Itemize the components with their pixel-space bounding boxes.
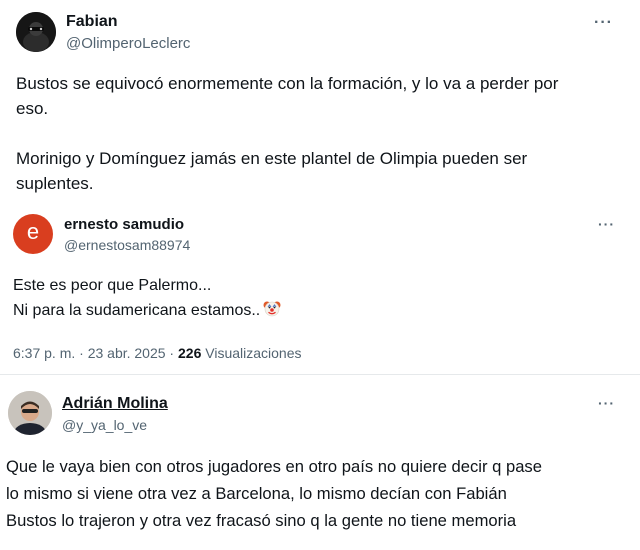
tweet-line-2: eso. (16, 99, 49, 118)
author-name[interactable]: ernesto samudio (64, 216, 184, 233)
tweet-line-1: Este es peor que Palermo... (13, 277, 212, 294)
tweet-line-2-text: Ni para la sudamericana estamos.. (13, 302, 261, 319)
author-name[interactable]: Fabian (66, 13, 118, 31)
avatar-letter: e (26, 219, 40, 244)
more-options-icon[interactable]: ··· (598, 216, 615, 232)
clown-face-icon (262, 298, 282, 326)
views-label: Visualizaciones (201, 345, 302, 361)
tweet-line-2: Ni para la sudamericana estamos.. (13, 298, 282, 326)
tweet-line-4: suplentes. (16, 174, 94, 193)
tweet-line-2: lo mismo si viene otra vez a Barcelona, … (6, 484, 507, 503)
tweet-ernesto: e ernesto samudio @ernestosam88974 ··· E… (0, 200, 640, 375)
author-handle[interactable]: @OlimperoLeclerc (66, 35, 190, 52)
author-name[interactable]: Adrián Molina (62, 395, 168, 413)
tweet-line-1: Bustos se equivocó enormemente con la fo… (16, 74, 559, 93)
more-options-icon[interactable]: ··· (594, 14, 613, 32)
tweet-line-3: Morinigo y Domínguez jamás en este plant… (16, 149, 528, 168)
more-options-icon[interactable]: ··· (598, 395, 615, 411)
avatar-adrian[interactable] (8, 391, 52, 435)
tweet-meta: 6:37 p. m. · 23 abr. 2025 · 226 Visualiz… (13, 345, 302, 361)
avatar-image (16, 12, 56, 52)
tweet-fabian: Fabian @OlimperoLeclerc ··· Bustos se eq… (0, 0, 640, 200)
avatar-fabian[interactable] (16, 12, 56, 52)
avatar-ernesto[interactable]: e (13, 214, 53, 254)
tweet-line-1: Que le vaya bien con otros jugadores en … (6, 457, 542, 476)
timestamp[interactable]: 6:37 p. m. · 23 abr. 2025 · (13, 345, 178, 361)
author-handle[interactable]: @y_ya_lo_ve (62, 417, 147, 433)
tweet-adrian: Adrián Molina @y_ya_lo_ve ··· Que le vay… (0, 375, 640, 550)
tweet-line-3: Bustos lo trajeron y otra vez fracasó si… (6, 511, 517, 530)
views-count: 226 (178, 345, 202, 361)
avatar-image (8, 391, 52, 435)
author-handle[interactable]: @ernestosam88974 (64, 237, 190, 253)
